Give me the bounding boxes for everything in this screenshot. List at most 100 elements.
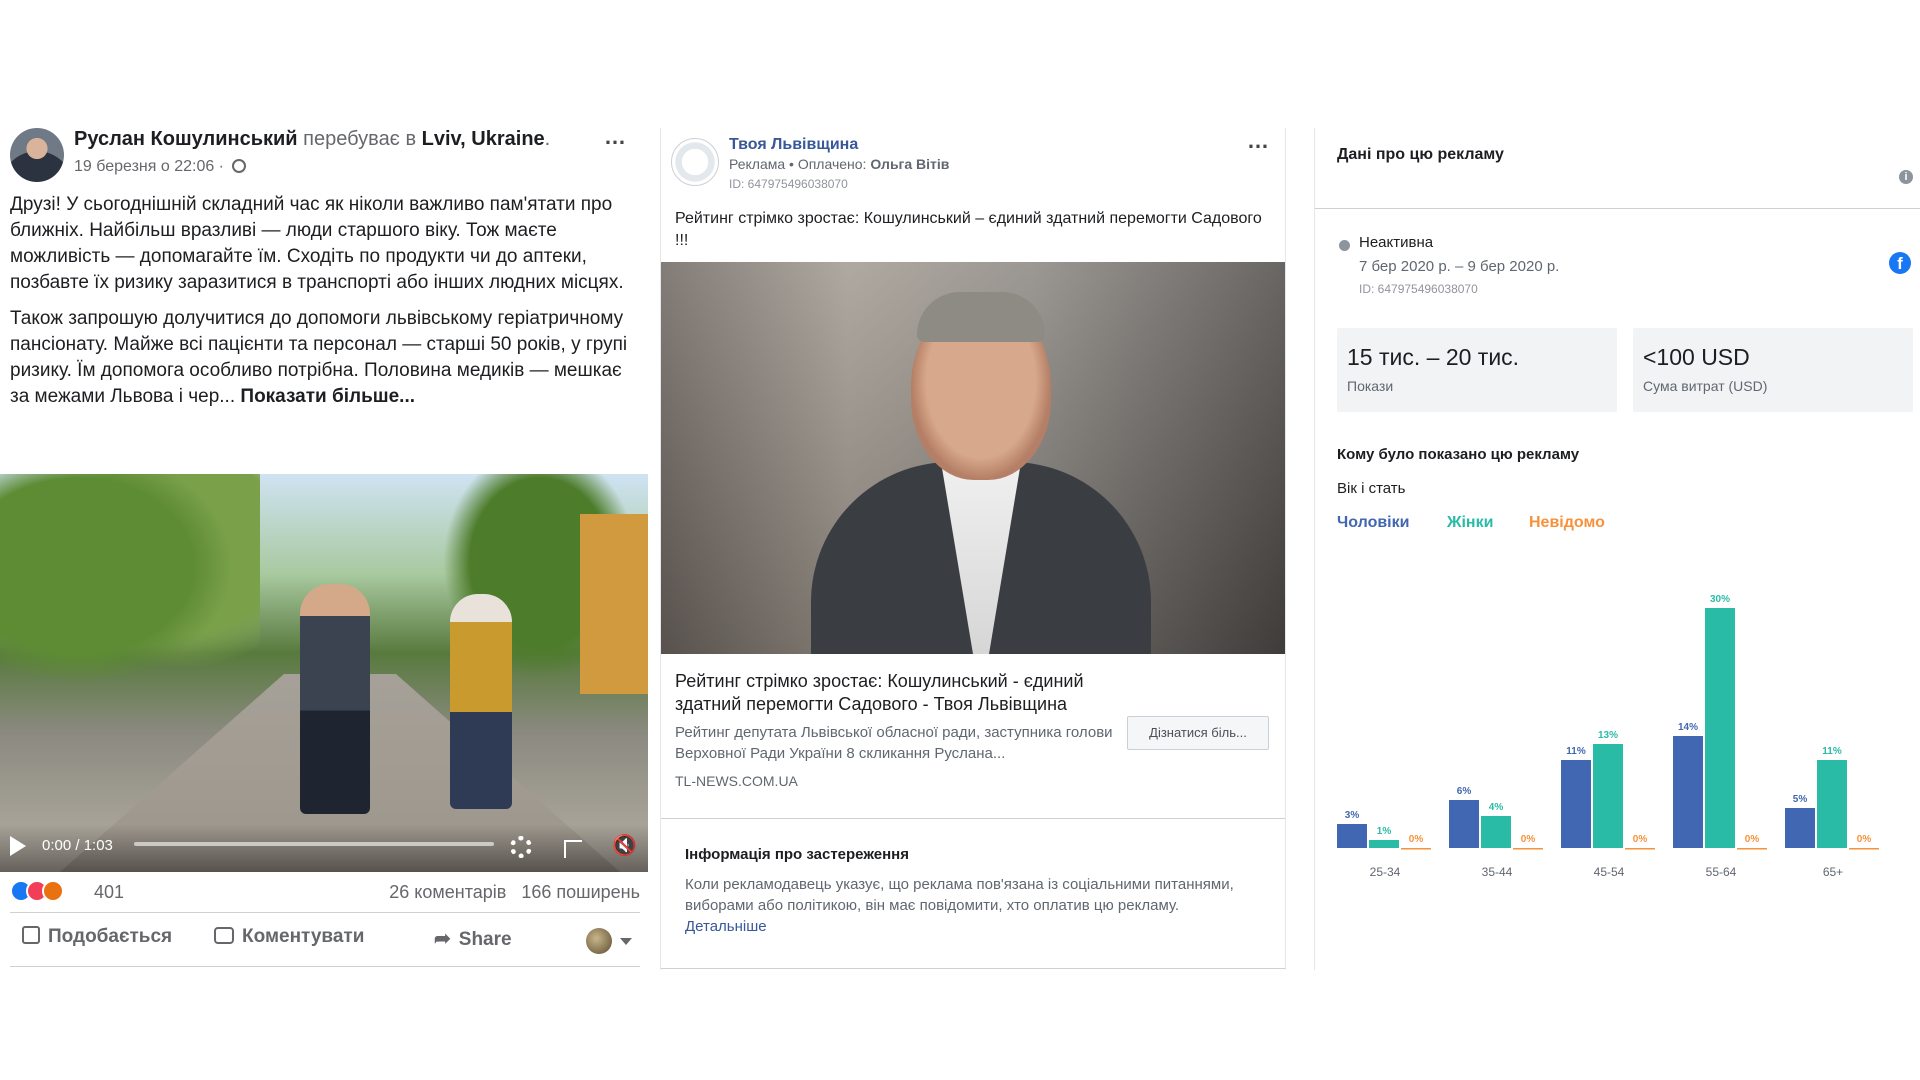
- bar-label: 5%: [1793, 794, 1808, 805]
- bar-label: 0%: [1409, 834, 1424, 845]
- ad-dates: 7 бер 2020 р. – 9 бер 2020 р.: [1359, 258, 1560, 275]
- divider: [10, 966, 640, 967]
- author-avatar[interactable]: [10, 128, 64, 182]
- bar-55-64-2[interactable]: [1737, 848, 1767, 850]
- bar-65+-2[interactable]: [1849, 848, 1879, 850]
- link-description: Рейтинг депутата Львівської обласної рад…: [675, 724, 1113, 762]
- post-date-text[interactable]: 19 березня о 22:06 ·: [74, 158, 224, 175]
- video-trees-left: [0, 474, 260, 704]
- thumbs-up-icon: [22, 926, 40, 944]
- bar-35-44-2[interactable]: [1513, 848, 1543, 850]
- engagement-stats: 26 коментарів 166 поширень: [389, 882, 640, 903]
- bar-label: 13%: [1598, 730, 1618, 741]
- spend-label: Сума витрат (USD): [1643, 378, 1768, 394]
- ad-image[interactable]: [661, 262, 1285, 654]
- share-label: Share: [458, 929, 512, 950]
- author-name[interactable]: Руслан Кошулинський: [74, 128, 298, 150]
- x-tick-label: 35-44: [1482, 865, 1513, 879]
- reactions-count[interactable]: 401: [94, 882, 124, 903]
- bar-25-34-0[interactable]: [1337, 824, 1367, 848]
- bar-55-64-1[interactable]: [1705, 608, 1735, 848]
- bar-label: 1%: [1377, 826, 1392, 837]
- globe-icon: [232, 159, 247, 173]
- shares-count[interactable]: 166 поширень: [521, 882, 640, 902]
- legend-men[interactable]: Чоловіки: [1337, 514, 1409, 532]
- sponsor-prefix: Реклама • Оплачено:: [729, 156, 867, 172]
- bar-label: 6%: [1457, 786, 1472, 797]
- facebook-icon: f: [1889, 252, 1911, 274]
- impressions-box: 15 тис. – 20 тис. Покази: [1337, 328, 1617, 412]
- panel-bottom-fade: [1315, 954, 1920, 970]
- sponsor-line: Реклама • Оплачено: Ольга Вітів: [729, 156, 949, 172]
- bar-35-44-1[interactable]: [1481, 816, 1511, 848]
- like-button[interactable]: Подобається: [22, 926, 172, 948]
- bar-45-54-2[interactable]: [1625, 848, 1655, 850]
- location-link[interactable]: Lviv, Ukraine: [422, 128, 545, 150]
- learn-more-button[interactable]: Дізнатися біль...: [1127, 716, 1269, 750]
- legend-unknown[interactable]: Невідомо: [1529, 514, 1605, 532]
- spend-box: <100 USD Сума витрат (USD): [1633, 328, 1913, 412]
- bar-35-44-0[interactable]: [1449, 800, 1479, 848]
- page-name[interactable]: Твоя Львівщина: [729, 136, 858, 154]
- bar-65+-1[interactable]: [1817, 760, 1847, 848]
- status-dot-icon: [1339, 240, 1350, 251]
- show-more-link[interactable]: Показати більше...: [240, 386, 415, 407]
- mute-icon[interactable]: 🔇: [612, 833, 637, 858]
- bar-25-34-1[interactable]: [1369, 840, 1399, 848]
- impressions-label: Покази: [1347, 378, 1394, 394]
- video-building: [580, 514, 648, 694]
- bar-45-54-0[interactable]: [1561, 760, 1591, 848]
- bar-label: 14%: [1678, 722, 1698, 733]
- more-options-icon[interactable]: …: [1247, 128, 1270, 154]
- bar-label: 3%: [1345, 810, 1360, 821]
- play-icon[interactable]: [10, 836, 26, 856]
- bar-label: 0%: [1521, 834, 1536, 845]
- disclaimer-text: Коли рекламодавець указує, що реклама по…: [685, 874, 1245, 937]
- ad-id: ID: 647975496038070: [1359, 282, 1478, 296]
- sponsor-name: Ольга Вітів: [870, 156, 950, 172]
- post-video[interactable]: 0:00 / 1:03 🔇: [0, 474, 648, 872]
- location-prefix: перебуває в: [303, 128, 417, 150]
- comments-count[interactable]: 26 коментарів: [389, 882, 506, 902]
- post-date[interactable]: 19 березня о 22:06 ·: [74, 158, 247, 176]
- x-tick-label: 25-34: [1370, 865, 1401, 879]
- fullscreen-icon[interactable]: [564, 840, 582, 858]
- page-logo[interactable]: [671, 138, 719, 186]
- ad-status: Неактивна: [1359, 234, 1434, 251]
- chevron-down-icon[interactable]: [620, 938, 632, 945]
- info-icon[interactable]: i: [1899, 170, 1913, 184]
- post-paragraph-2: Також запрошую долучитися до допомоги ль…: [10, 306, 640, 410]
- bar-label: 4%: [1489, 802, 1504, 813]
- share-button[interactable]: ➦ Share: [434, 926, 512, 951]
- angry-reaction-icon: [42, 880, 64, 902]
- reaction-icons[interactable]: [10, 880, 90, 902]
- video-progress-bar[interactable]: [134, 842, 494, 846]
- reactions-bar: 401 26 коментарів 166 поширень: [10, 872, 640, 908]
- bar-65+-0[interactable]: [1785, 808, 1815, 848]
- disclaimer-body: Коли рекламодавець указує, що реклама по…: [685, 876, 1234, 914]
- x-tick-label: 65+: [1823, 865, 1843, 879]
- link-domain: TL-NEWS.COM.UA: [675, 773, 798, 789]
- photo-hair: [917, 292, 1045, 342]
- gear-icon[interactable]: [510, 836, 532, 858]
- age-gender-bar-chart: 3% 1% 0% 25-34 6% 4% 0% 35-44 11% 13% 0% 45-54 14% 30…: [1337, 594, 1879, 879]
- post-paragraph-1: Друзі! У сьогоднішній складний час як ні…: [10, 194, 624, 293]
- comment-label: Коментувати: [242, 926, 365, 947]
- like-label: Подобається: [48, 926, 173, 947]
- audience-avatar[interactable]: [586, 928, 612, 954]
- bar-45-54-1[interactable]: [1593, 744, 1623, 848]
- bar-label: 0%: [1633, 834, 1648, 845]
- ad-data-panel: Дані про цю рекламу i Неактивна 7 бер 20…: [1314, 128, 1920, 970]
- bar-label: 11%: [1566, 746, 1586, 757]
- panel-title: Дані про цю рекламу: [1337, 146, 1504, 163]
- more-options-icon[interactable]: …: [604, 124, 627, 150]
- learn-more-link[interactable]: Детальніше: [685, 918, 767, 935]
- legend-women[interactable]: Жінки: [1447, 514, 1493, 532]
- bar-label: 11%: [1822, 746, 1842, 757]
- audience-title: Кому було показано цю рекламу: [1337, 446, 1580, 463]
- bar-55-64-0[interactable]: [1673, 736, 1703, 848]
- link-title[interactable]: Рейтинг стрімко зростає: Кошулинський - …: [675, 670, 1115, 716]
- video-time: 0:00 / 1:03: [42, 837, 113, 854]
- comment-button[interactable]: Коментувати: [214, 926, 364, 948]
- bar-25-34-2[interactable]: [1401, 848, 1431, 850]
